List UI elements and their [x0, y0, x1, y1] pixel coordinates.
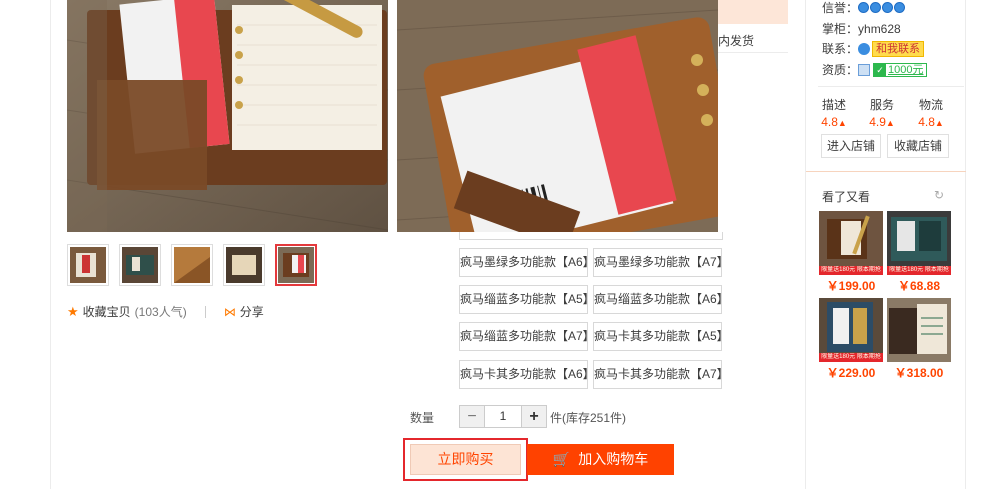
- contact-label: 联系：: [822, 42, 859, 56]
- sku-option[interactable]: 疯马墨绿多功能款【A6】: [459, 248, 595, 277]
- increase-quantity-button[interactable]: +: [522, 406, 546, 427]
- thumbnail-2[interactable]: [119, 244, 161, 286]
- sku-option[interactable]: 疯马墨绿多功能款【A7】: [593, 248, 729, 277]
- score-label: 物流: [918, 98, 943, 112]
- sku-option[interactable]: 疯马卡其多功能款【A6】: [459, 360, 595, 389]
- contact-button[interactable]: 和我联系: [858, 40, 925, 57]
- thumbnail-1[interactable]: [67, 244, 109, 286]
- keeper-row: 掌柜： yhm628: [822, 20, 901, 37]
- thumbnail-5-selected[interactable]: [275, 244, 317, 286]
- recommended-price[interactable]: ￥229.00: [819, 364, 883, 381]
- promo-band: 限量送180元 限本期抢: [887, 266, 951, 275]
- star-icon: ★: [67, 303, 79, 319]
- divider: [806, 171, 966, 172]
- thumbnail-4[interactable]: [223, 244, 265, 286]
- diamond-icon: [882, 2, 894, 13]
- share-link[interactable]: 分享: [240, 303, 264, 320]
- shop-panel-divider: [805, 0, 806, 489]
- divider: [718, 52, 788, 53]
- recommended-price[interactable]: ￥68.88: [887, 277, 951, 294]
- origin-highlight: [718, 0, 788, 24]
- score-label: 描述: [821, 98, 846, 112]
- up-arrow-icon: ▲: [837, 118, 847, 128]
- up-arrow-icon: ▲: [934, 118, 944, 128]
- shipping-origin-text: 内发货: [718, 34, 755, 48]
- sku-option-hidden-row[interactable]: [459, 232, 723, 240]
- recommended-price[interactable]: ￥318.00: [887, 364, 951, 381]
- keeper-name[interactable]: yhm628: [858, 22, 901, 36]
- stock-text: 件(库存251件): [550, 411, 627, 425]
- keeper-label: 掌柜：: [822, 22, 859, 36]
- main-product-image[interactable]: [67, 0, 388, 232]
- promo-band: 限量送180元 限本期抢: [819, 353, 883, 362]
- credit-label: 信誉：: [822, 1, 859, 15]
- enter-shop-button[interactable]: 进入店铺: [821, 134, 881, 158]
- diamond-icon: [858, 2, 870, 13]
- score-value: 4.9▲: [869, 115, 895, 129]
- deposit-badge[interactable]: ✓ 1000元: [873, 62, 927, 77]
- quantity-stepper: − 1 +: [459, 405, 547, 428]
- recommended-image[interactable]: [887, 298, 951, 362]
- score-label: 服务: [869, 98, 894, 112]
- sku-option[interactable]: 疯马缁蓝多功能款【A6】: [593, 285, 729, 314]
- see-also-title: 看了又看: [822, 190, 871, 204]
- recommended-item[interactable]: 限量送180元 限本期抢 ￥199.00: [819, 211, 883, 294]
- up-arrow-icon: ▲: [885, 118, 895, 128]
- wangwang-icon: [858, 42, 871, 55]
- sku-option[interactable]: 疯马卡其多功能款【A5】: [593, 322, 729, 351]
- score-logistics: 物流 4.8▲: [913, 96, 949, 129]
- refresh-icon[interactable]: ↻: [934, 188, 944, 202]
- contact-row: 联系： 和我联系: [822, 40, 925, 57]
- deposit-amount: 1000元: [888, 63, 924, 76]
- diamond-icon: [894, 2, 906, 13]
- thumbnail-strip: [67, 244, 317, 286]
- qualification-badges: ✓ 1000元: [858, 62, 927, 77]
- score-description: 描述 4.8▲: [816, 96, 852, 129]
- favorite-count: (103人气): [134, 305, 187, 319]
- score-value: 4.8▲: [821, 115, 847, 129]
- recommended-item[interactable]: 限量送180元 限本期抢 ￥68.88: [887, 211, 951, 294]
- contact-badge: 和我联系: [872, 40, 925, 57]
- qualification-row: 资质： ✓ 1000元: [822, 61, 927, 78]
- recommended-item[interactable]: 限量送180元 限本期抢 ￥229.00: [819, 298, 883, 381]
- recommended-image[interactable]: 限量送180元 限本期抢: [819, 211, 883, 275]
- recommended-price[interactable]: ￥199.00: [819, 277, 883, 294]
- favorite-share-row: ★ 收藏宝贝 (103人气) ⋈ 分享: [67, 303, 264, 320]
- favorite-item-link[interactable]: 收藏宝贝: [83, 303, 131, 320]
- score-value: 4.8▲: [918, 115, 944, 129]
- recommended-image[interactable]: 限量送180元 限本期抢: [887, 211, 951, 275]
- quantity-label: 数量: [410, 411, 435, 425]
- score-service: 服务 4.9▲: [864, 96, 900, 129]
- id-card-icon: [858, 63, 871, 76]
- divider: [818, 86, 964, 87]
- thumbnail-3[interactable]: [171, 244, 213, 286]
- recommended-item[interactable]: ￥318.00: [887, 298, 951, 381]
- share-icon: ⋈: [223, 304, 236, 319]
- shield-icon: ✓: [874, 63, 887, 76]
- cart-icon: 🛒: [552, 451, 571, 467]
- add-to-cart-label: 加入购物车: [578, 451, 649, 467]
- sku-option[interactable]: 疯马缁蓝多功能款【A5】: [459, 285, 595, 314]
- favorite-shop-button[interactable]: 收藏店铺: [887, 134, 949, 158]
- decrease-quantity-button[interactable]: −: [460, 406, 484, 427]
- quantity-input[interactable]: 1: [484, 406, 522, 427]
- credit-row: 信誉：: [822, 0, 906, 16]
- recommended-image[interactable]: 限量送180元 限本期抢: [819, 298, 883, 362]
- promo-band: 限量送180元 限本期抢: [819, 266, 883, 275]
- diamond-icon: [870, 2, 882, 13]
- buy-now-button[interactable]: 立即购买: [410, 444, 521, 475]
- add-to-cart-button[interactable]: 🛒 加入购物车: [527, 444, 674, 475]
- qualification-label: 资质：: [822, 63, 859, 77]
- zoom-preview-image: [397, 0, 718, 232]
- sku-option[interactable]: 疯马卡其多功能款【A7】: [593, 360, 729, 389]
- divider: [204, 305, 206, 318]
- sku-option[interactable]: 疯马缁蓝多功能款【A7】: [459, 322, 595, 351]
